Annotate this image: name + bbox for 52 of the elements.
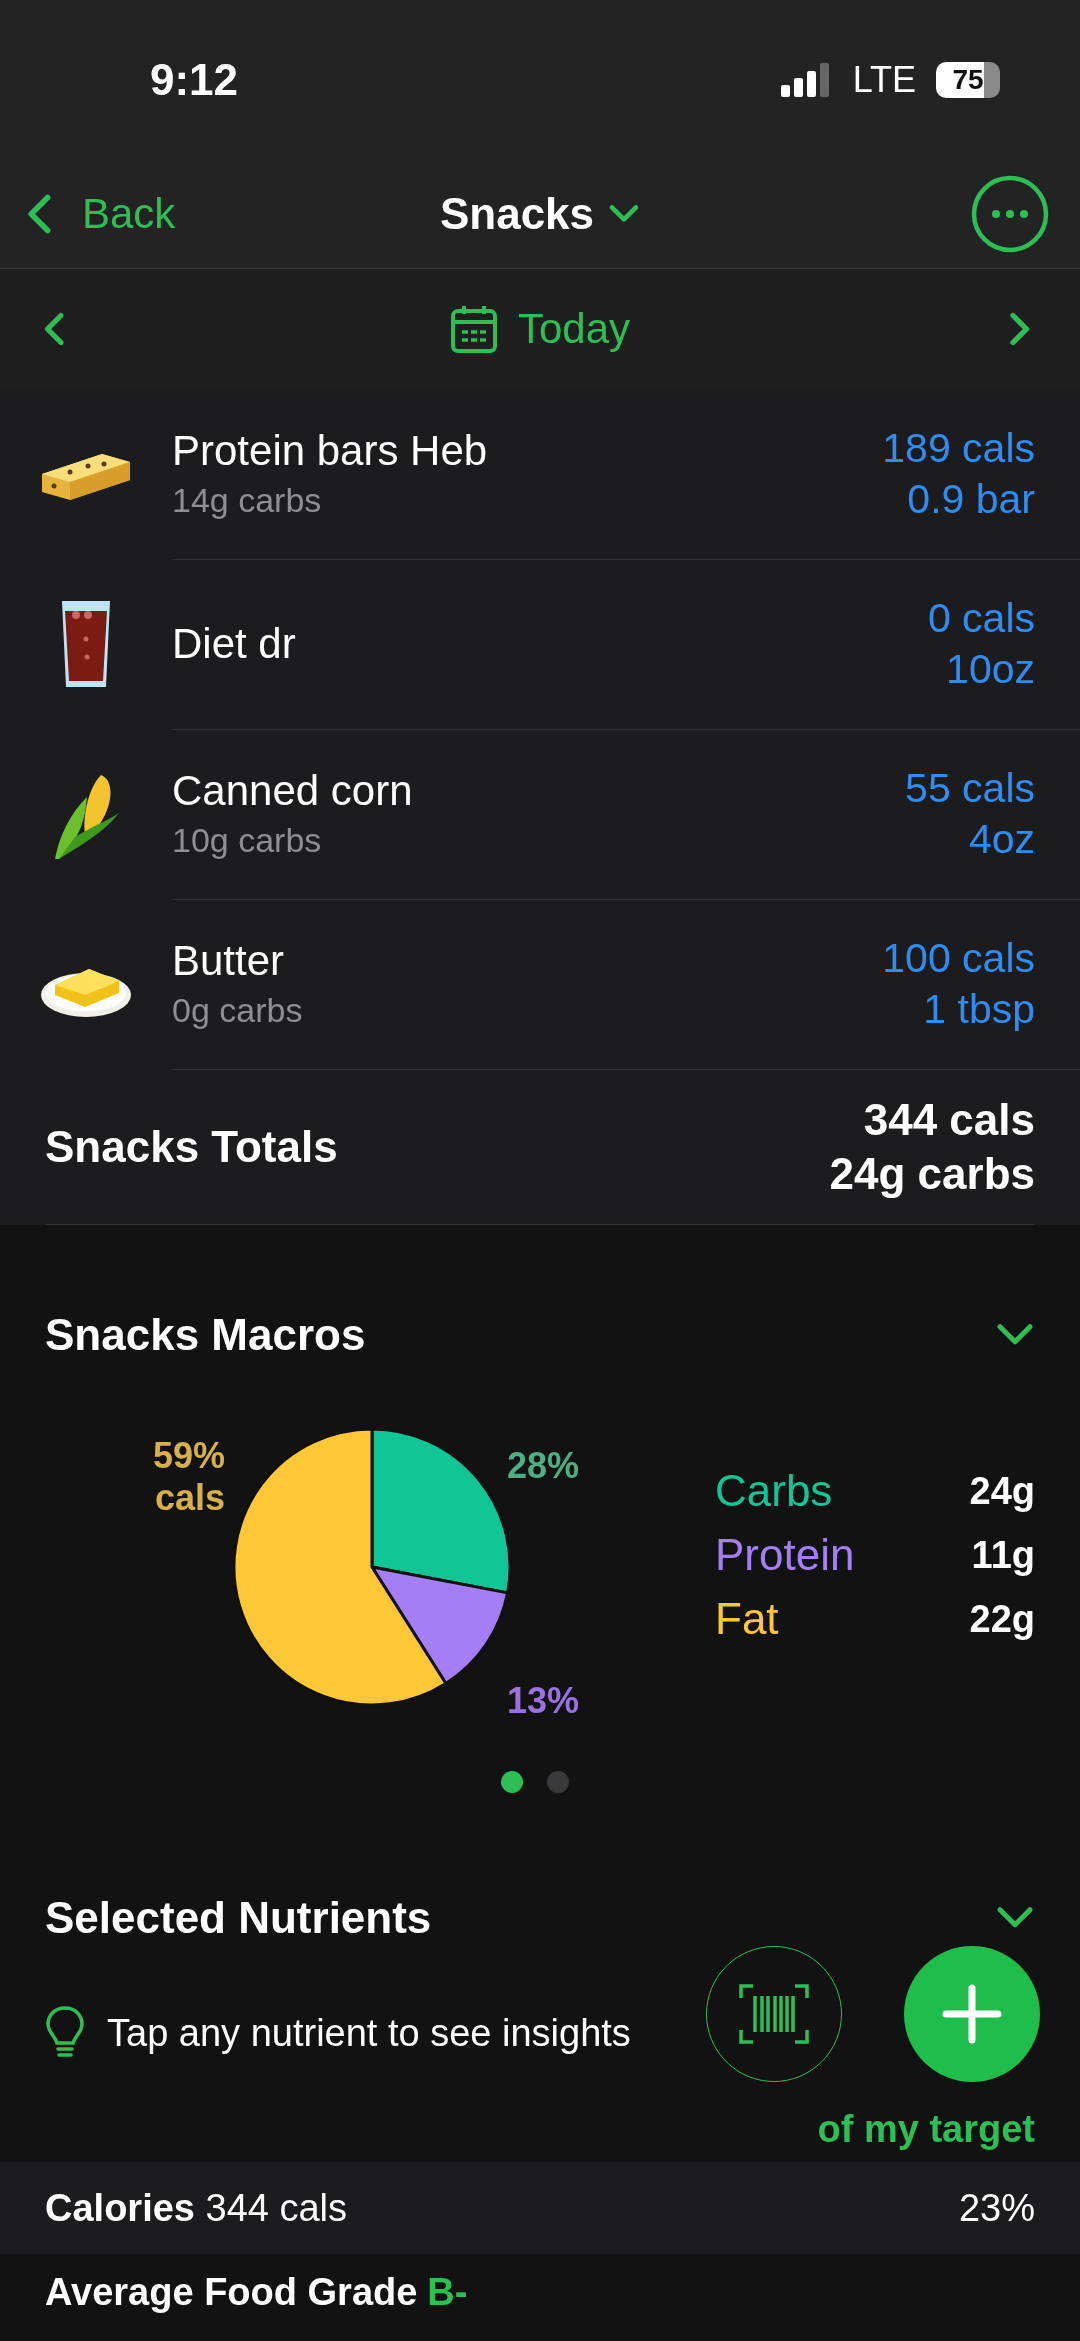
calories-label: 0 cals — [927, 594, 1035, 642]
calories-label: 100 cals — [882, 934, 1035, 982]
meal-selector[interactable]: Snacks — [439, 189, 641, 239]
page-dot[interactable] — [547, 1771, 569, 1793]
amount-label: 10oz — [946, 645, 1035, 693]
food-row[interactable]: Diet dr 0 cals 10oz — [0, 559, 1080, 729]
tip-text: Tap any nutrient to see insights — [107, 2011, 631, 2055]
macro-amount: 22g — [969, 1597, 1035, 1641]
macro-amount: 11g — [970, 1533, 1035, 1577]
food-grade-label: Average Food Grade — [45, 2270, 418, 2314]
food-name: Diet dr — [172, 619, 297, 668]
barcode-icon — [739, 1984, 809, 2044]
percent-label: 59% cals — [151, 1435, 225, 1519]
amount-label: 4oz — [968, 815, 1035, 863]
calories-label: 55 cals — [905, 764, 1035, 812]
percent-label: 13% — [507, 1680, 581, 1722]
back-button[interactable]: Back — [22, 190, 176, 238]
plus-icon — [942, 1984, 1002, 2044]
percent-label: 28% — [507, 1445, 581, 1487]
more-icon[interactable] — [970, 174, 1050, 254]
status-time: 9:12 — [150, 55, 239, 105]
macro-name: Protein — [715, 1530, 856, 1580]
food-name: Canned corn — [172, 767, 414, 815]
calories-summary: Calories 344 cals — [45, 2186, 349, 2230]
section-title: Snacks Macros — [45, 1310, 366, 1360]
food-row[interactable]: Protein bars Heb 14g carbs 189 cals 0.9 bar — [0, 389, 1080, 559]
percent-label: 23% — [958, 2186, 1035, 2230]
carbs-label: 10g carbs — [172, 821, 323, 860]
date-button[interactable]: Today — [449, 304, 631, 354]
food-name: Protein bars Heb — [172, 427, 489, 475]
carbs-label: 14g carbs — [172, 481, 323, 520]
network-label: LTE — [852, 59, 916, 101]
section-title: Selected Nutrients — [45, 1893, 432, 1943]
food-name: Butter — [172, 937, 286, 985]
macro-amount: 24g — [969, 1469, 1035, 1513]
food-grade-value: B- — [427, 2270, 468, 2314]
totals-label: Snacks Totals — [45, 1121, 339, 1172]
page-dot[interactable] — [501, 1771, 523, 1793]
battery-icon: 75 — [936, 62, 1000, 98]
food-row[interactable]: Butter 0g carbs 100 cals 1 tbsp — [0, 899, 1080, 1069]
total-calories: 344 cals — [863, 1094, 1035, 1145]
nutrient-row[interactable]: Calories 344 cals 23% — [0, 2162, 1080, 2254]
calories-label: 189 cals — [882, 424, 1035, 472]
calendar-icon — [449, 304, 498, 354]
macro-name: Carbs — [715, 1466, 834, 1516]
amount-label: 0.9 bar — [907, 475, 1035, 523]
target-note: of my target — [817, 2108, 1035, 2152]
carbs-label: 0g carbs — [172, 991, 304, 1030]
amount-label: 1 tbsp — [923, 985, 1035, 1033]
macro-name: Fat — [715, 1594, 780, 1644]
food-row[interactable]: Canned corn 10g carbs 55 cals 4oz — [0, 729, 1080, 899]
total-carbs: 24g carbs — [829, 1148, 1035, 1199]
